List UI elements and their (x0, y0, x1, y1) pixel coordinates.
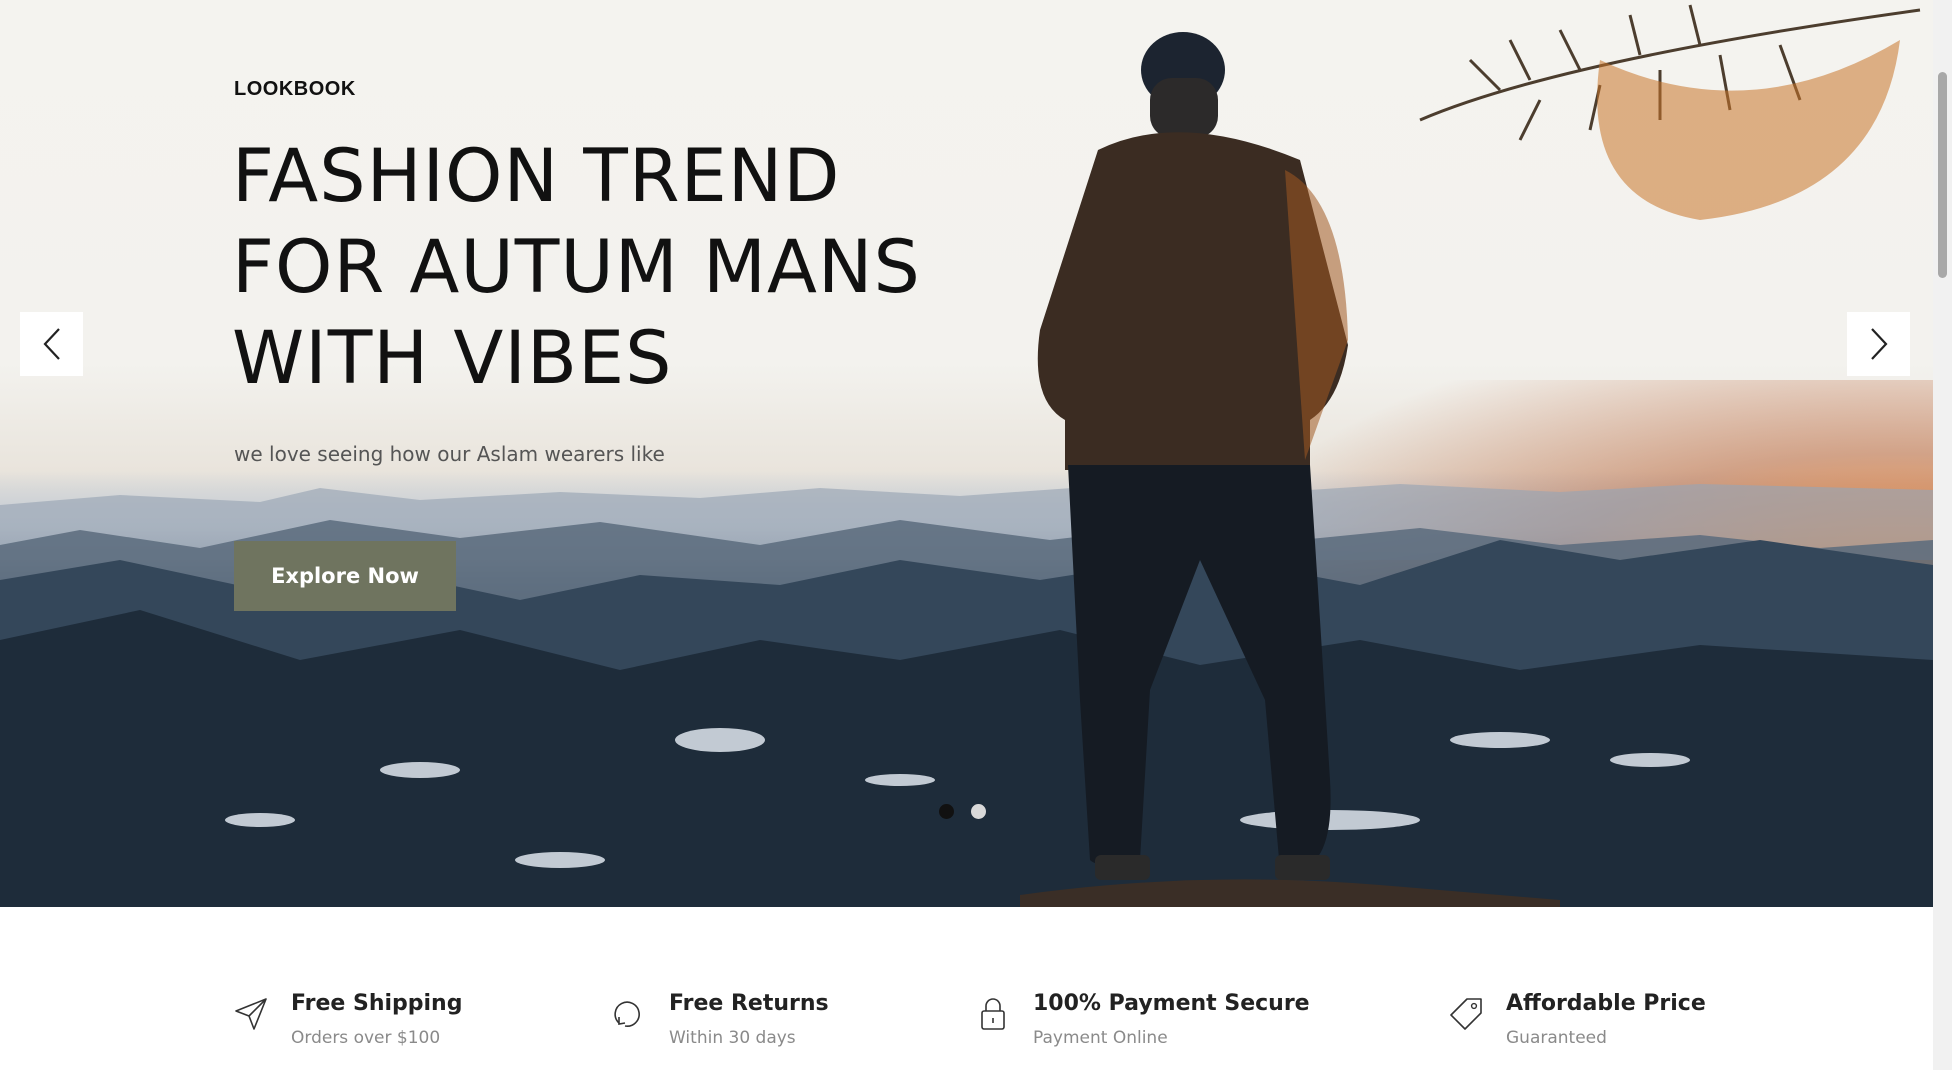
page: LOOKBOOK FASHION TREND FOR AUTUM MANS WI… (0, 0, 1952, 1070)
chevron-left-icon (42, 328, 60, 360)
hero-headline-line-2: FOR AUTUM MANS (232, 225, 921, 310)
slider-pagination (939, 804, 986, 819)
hero-subtext: we love seeing how our Aslam wearers lik… (234, 442, 665, 466)
feature-text: Free Shipping Orders over $100 (291, 982, 462, 1048)
feature-subtitle: Orders over $100 (291, 1028, 441, 1048)
tag-icon (1450, 998, 1482, 1030)
hero-headline-line-1: FASHION TREND (232, 134, 841, 219)
feature-free-returns: Free Returns Within 30 days (611, 982, 829, 1048)
hero-eyebrow: LOOKBOOK (234, 78, 356, 100)
hero-headline-line-3: WITH VIBES (232, 316, 673, 401)
feature-text: Affordable Price Guaranteed (1506, 982, 1706, 1048)
refresh-icon (614, 1001, 640, 1027)
pine-needles-glow (1597, 40, 1900, 220)
feature-text: Free Returns Within 30 days (669, 982, 829, 1048)
slider-dot-1[interactable] (939, 804, 954, 819)
slider-next-button[interactable] (1847, 312, 1910, 376)
slider-dot-2[interactable] (971, 804, 986, 819)
lock-icon (981, 998, 1005, 1030)
feature-free-shipping: Free Shipping Orders over $100 (233, 982, 462, 1048)
chevron-right-icon (1870, 328, 1888, 360)
feature-subtitle: Within 30 days (669, 1028, 796, 1048)
feature-payment-secure: 100% Payment Secure Payment Online (975, 982, 1310, 1048)
feature-title: Affordable Price (1506, 991, 1706, 1016)
scrollbar-thumb[interactable] (1938, 72, 1947, 278)
hero-slider: LOOKBOOK FASHION TREND FOR AUTUM MANS WI… (0, 0, 1933, 907)
feature-title: Free Shipping (291, 991, 463, 1016)
hero-headline: FASHION TREND FOR AUTUM MANS WITH VIBES (232, 131, 921, 404)
feature-subtitle: Guaranteed (1506, 1028, 1607, 1048)
slider-prev-button[interactable] (20, 312, 83, 376)
feature-subtitle: Payment Online (1033, 1028, 1168, 1048)
page-scrollbar[interactable] (1933, 0, 1952, 1070)
explore-now-button[interactable]: Explore Now (234, 541, 456, 611)
hero-content: LOOKBOOK FASHION TREND FOR AUTUM MANS WI… (232, 78, 921, 611)
feature-title: 100% Payment Secure (1033, 991, 1310, 1016)
feature-text: 100% Payment Secure Payment Online (1033, 982, 1310, 1048)
feature-affordable-price: Affordable Price Guaranteed (1448, 982, 1706, 1048)
send-icon (235, 998, 267, 1030)
features-bar: Free Shipping Orders over $100 Free Retu… (0, 907, 1933, 1070)
feature-title: Free Returns (669, 991, 829, 1016)
